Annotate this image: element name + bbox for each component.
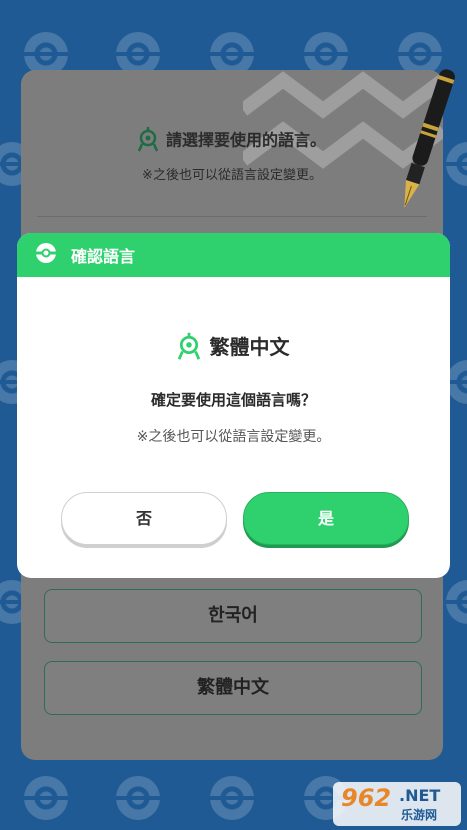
dialog-header: 確認語言 — [17, 233, 450, 277]
pokeball-icon — [24, 776, 68, 820]
language-option-korean[interactable]: 한국어 — [44, 589, 422, 643]
watermark-logo: 962 .NET 乐游网 — [333, 782, 461, 826]
dialog-note: ※之後也可以從語言設定變更。 — [136, 429, 331, 445]
language-pin-icon — [177, 331, 200, 366]
divider — [37, 216, 427, 217]
confirm-question: 確定要使用這個語言嗎？ — [150, 391, 316, 409]
fountain-pen-icon — [404, 69, 455, 208]
pokeball-icon — [446, 580, 467, 624]
watermark-suffix: .NET — [399, 786, 441, 805]
no-button[interactable]: 否 — [61, 492, 227, 545]
panel-title: 請選擇要使用的語言。 — [21, 126, 443, 156]
language-pin-icon — [137, 126, 159, 156]
panel-title-text: 請選擇要使用的語言。 — [165, 130, 326, 150]
panel-subtitle: ※之後也可以從語言設定變更。 — [142, 168, 322, 183]
pokeball-icon — [35, 242, 57, 268]
pokeball-icon — [116, 776, 160, 820]
language-option-traditional-chinese[interactable]: 繁體中文 — [44, 661, 422, 715]
dialog-title: 確認語言 — [71, 247, 136, 266]
confirm-language-dialog: 確認語言 繁體中文 確定要使用這個語言嗎？ ※之後也可以從語言設定變更。 否 是 — [17, 233, 450, 578]
yes-button[interactable]: 是 — [243, 492, 409, 545]
selected-language: 繁體中文 — [17, 331, 450, 366]
pokeball-icon — [210, 776, 254, 820]
watermark-site: 乐游网 — [401, 808, 438, 822]
watermark-number: 962 — [341, 784, 392, 812]
selected-language-text: 繁體中文 — [209, 335, 290, 359]
